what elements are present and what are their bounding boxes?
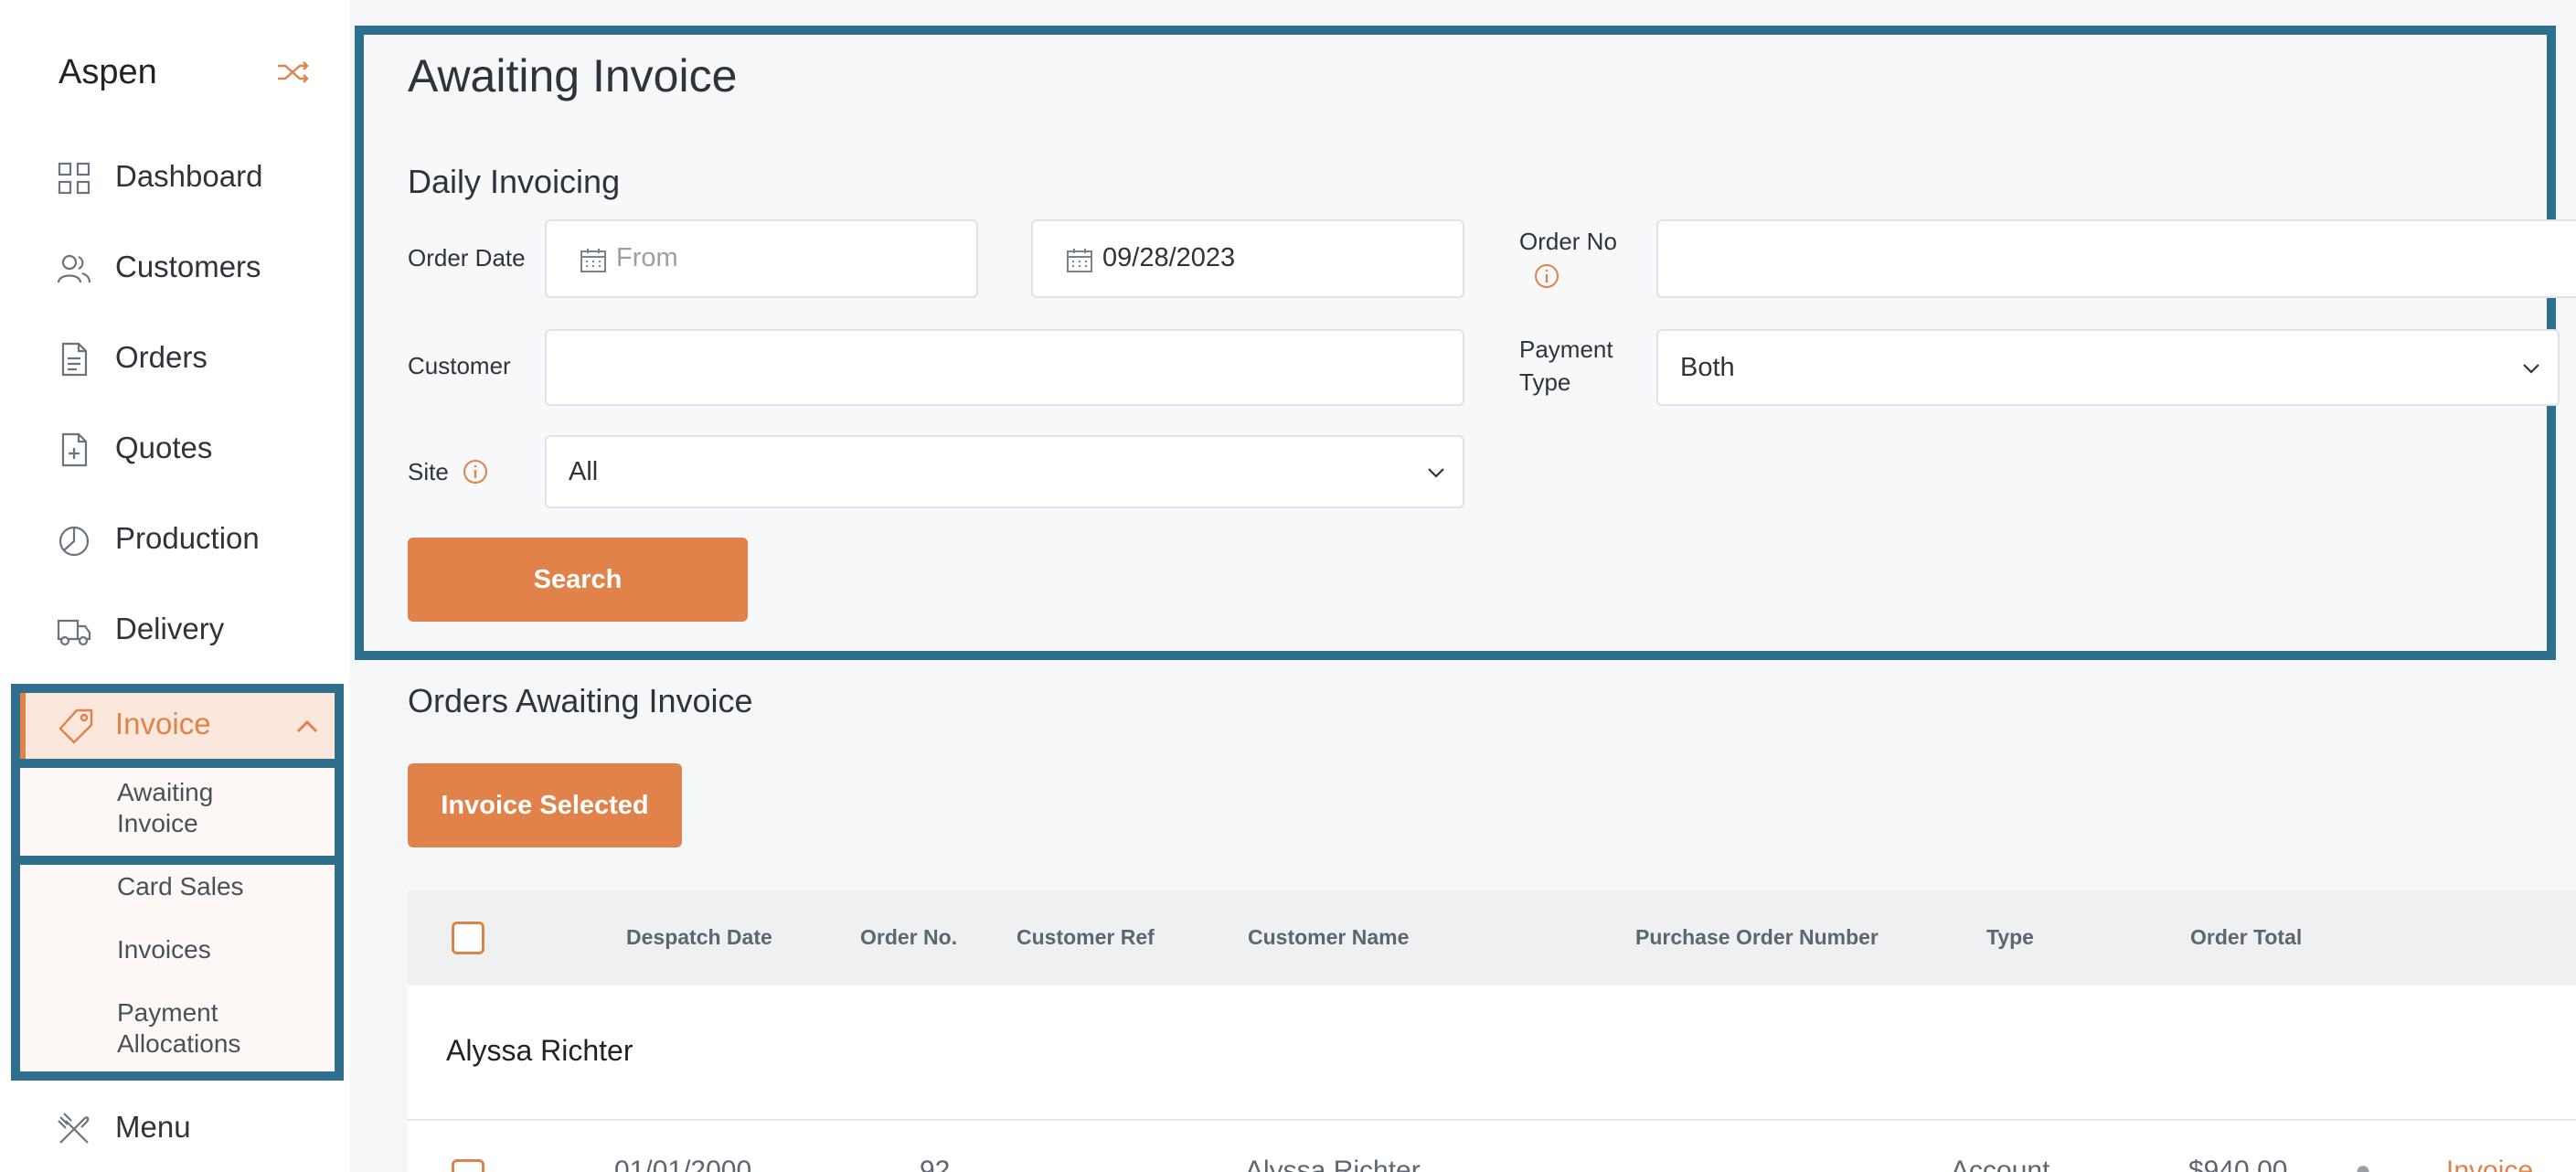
chevron-up-icon[interactable] <box>293 711 322 740</box>
sidebar-item-label: Dashboard <box>115 159 263 193</box>
truck-icon <box>57 619 91 646</box>
subitem-label-line1: Card Sales <box>117 872 244 900</box>
tag-icon <box>59 709 93 744</box>
to-date-value: 09/28/2023 <box>1102 243 1236 272</box>
sidebar-item-delivery[interactable]: Delivery <box>0 599 350 663</box>
shuffle-icon[interactable] <box>276 59 311 86</box>
page-title: Awaiting Invoice <box>408 50 738 101</box>
sidebar-item-label: Invoice <box>115 707 211 740</box>
subitem-label-line2: Allocations <box>117 1029 241 1058</box>
sidebar-item-label: Quotes <box>115 431 213 464</box>
table-header: Despatch Date Order No. Customer Ref Cus… <box>408 890 2576 986</box>
sidebar-item-label: Orders <box>115 340 208 374</box>
document-plus-icon <box>61 432 88 467</box>
cell-despatch-date: 01/01/2000 <box>614 1156 752 1172</box>
customer-group-row: Alyssa Richter <box>408 986 2576 1121</box>
order-no-label: Order No <box>1519 228 1617 255</box>
calendar-icon <box>1067 249 1092 272</box>
sidebar-item-label: Delivery <box>115 612 225 645</box>
divider <box>20 759 335 768</box>
column-header-customer-ref[interactable]: Customer Ref <box>1017 925 1155 950</box>
sidebar-item-label: Customers <box>115 250 261 283</box>
sidebar-item-customers[interactable]: Customers <box>0 237 350 301</box>
chevron-down-icon <box>1428 468 1444 478</box>
column-header-order-total[interactable]: Order Total <box>2190 925 2302 950</box>
info-icon[interactable] <box>1534 263 1559 289</box>
sidebar-subitem-card-sales[interactable]: Card Sales <box>117 871 244 902</box>
column-header-po-number[interactable]: Purchase Order Number <box>1635 925 1879 950</box>
sidebar-item-label: Menu <box>115 1110 191 1144</box>
column-header-order-no[interactable]: Order No. <box>860 925 957 950</box>
cell-order-no: 92 <box>920 1156 951 1172</box>
subitem-label-line2: Invoice <box>117 809 198 837</box>
select-all-checkbox[interactable] <box>452 922 484 954</box>
table-row[interactable]: 01/01/2000 92 Alyssa Richter Account $94… <box>408 1121 2576 1172</box>
sidebar-item-menu[interactable]: Menu <box>0 1097 350 1161</box>
row-checkbox[interactable] <box>452 1159 484 1172</box>
site-select[interactable]: All <box>545 435 1464 508</box>
order-date-from-input[interactable]: From <box>545 219 978 298</box>
payment-type-label: Payment Type <box>1519 333 1613 399</box>
order-date-to-input[interactable]: 09/28/2023 <box>1031 219 1464 298</box>
from-placeholder: From <box>616 243 678 272</box>
site-value: All <box>569 457 599 486</box>
site-label: Site <box>408 458 449 485</box>
orders-section-title: Orders Awaiting Invoice <box>408 682 753 719</box>
invoice-selected-button[interactable]: Invoice Selected <box>408 763 682 847</box>
cell-order-total: $940.00 <box>2188 1156 2288 1172</box>
document-icon <box>61 342 88 377</box>
dot-icon: ● <box>2355 1156 2372 1172</box>
payment-type-label-line2: Type <box>1519 368 1571 396</box>
customer-input[interactable] <box>545 329 1464 406</box>
subitem-label-line1: Payment <box>117 998 218 1027</box>
sidebar-subitem-awaiting-invoice[interactable]: Awaiting Invoice <box>117 777 213 839</box>
sidebar-item-label: Production <box>115 521 260 555</box>
divider <box>20 856 335 865</box>
invoice-row-link[interactable]: Invoice <box>2446 1156 2533 1172</box>
sidebar-subitem-payment-allocations[interactable]: Payment Allocations <box>117 997 240 1060</box>
info-icon[interactable] <box>463 459 488 485</box>
payment-type-select[interactable]: Both <box>1656 329 2560 406</box>
customer-group-name: Alyssa Richter <box>446 1034 633 1067</box>
sidebar: Aspen Dashboard Customers Orders Quotes … <box>0 0 350 1172</box>
sidebar-subitem-invoices[interactable]: Invoices <box>117 934 211 965</box>
column-header-type[interactable]: Type <box>1986 925 2034 950</box>
customer-label: Customer <box>408 352 511 379</box>
column-header-customer-name[interactable]: Customer Name <box>1248 925 1409 950</box>
grid-icon <box>58 162 90 195</box>
payment-type-label-line1: Payment <box>1519 336 1613 363</box>
sidebar-item-quotes[interactable]: Quotes <box>0 418 350 482</box>
chevron-down-icon <box>2523 364 2539 374</box>
cell-customer-name: Alyssa Richter <box>1245 1156 1421 1172</box>
calendar-icon <box>580 249 606 272</box>
cell-type: Account <box>1951 1156 2050 1172</box>
subitem-label-line1: Invoices <box>117 935 211 964</box>
pie-chart-icon <box>59 526 90 557</box>
search-button[interactable]: Search <box>408 538 748 622</box>
utensils-icon <box>58 1113 90 1144</box>
sidebar-item-production[interactable]: Production <box>0 508 350 572</box>
brand-name: Aspen <box>59 53 157 91</box>
payment-type-value: Both <box>1680 353 1735 382</box>
subitem-label-line1: Awaiting <box>117 778 214 806</box>
order-no-input[interactable] <box>1656 219 2576 298</box>
order-date-label: Order Date <box>408 244 526 272</box>
column-header-despatch-date[interactable]: Despatch Date <box>626 925 772 950</box>
section-title: Daily Invoicing <box>408 163 621 200</box>
sidebar-item-dashboard[interactable]: Dashboard <box>0 146 350 210</box>
users-icon <box>57 254 91 283</box>
sidebar-item-invoice[interactable]: Invoice <box>20 693 335 759</box>
sidebar-item-orders[interactable]: Orders <box>0 327 350 391</box>
